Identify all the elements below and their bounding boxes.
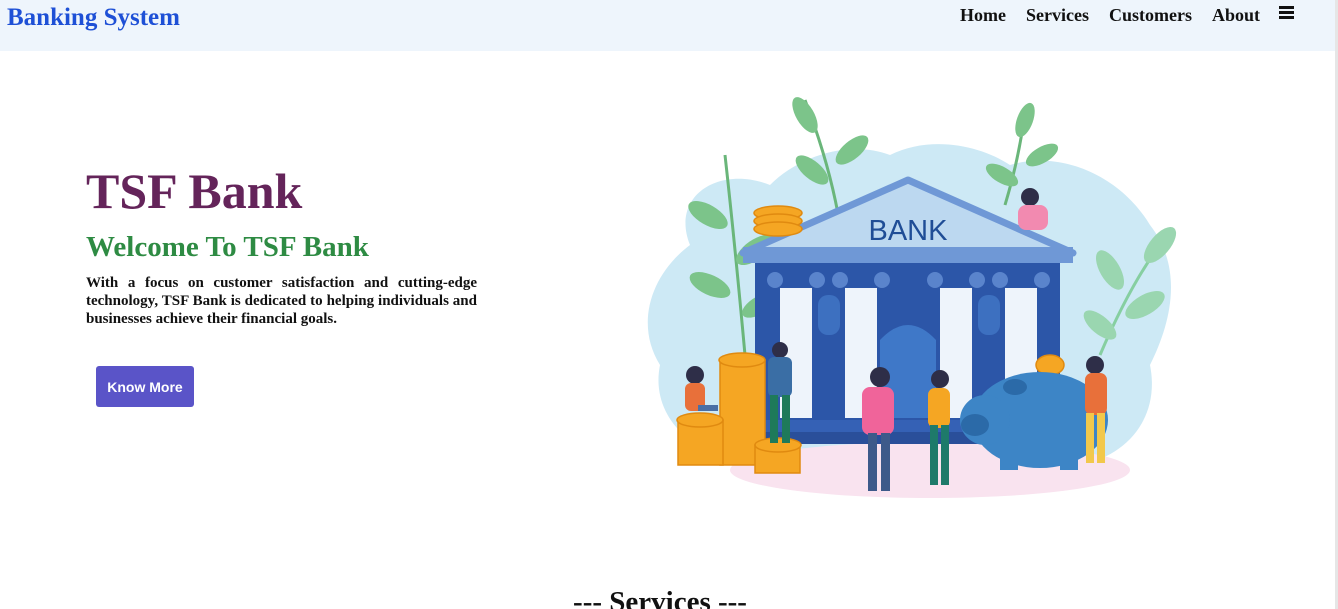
services-heading: --- Services --- bbox=[573, 586, 747, 609]
page: Banking System Home Services Customers A… bbox=[0, 0, 1338, 609]
bank-sign-text: BANK bbox=[869, 215, 949, 247]
hamburger-menu-icon[interactable] bbox=[1279, 6, 1294, 20]
nav-link-services[interactable]: Services bbox=[1026, 5, 1089, 25]
know-more-button[interactable]: Know More bbox=[96, 366, 194, 407]
bank-illustration: BANK bbox=[647, 97, 1177, 498]
hero-subtitle: Welcome To TSF Bank bbox=[86, 231, 369, 263]
nav-link-home[interactable]: Home bbox=[960, 5, 1006, 25]
nav-link-customers[interactable]: Customers bbox=[1109, 5, 1192, 25]
navbar: Banking System Home Services Customers A… bbox=[0, 0, 1338, 51]
hero-title: TSF Bank bbox=[86, 163, 303, 219]
hero-description: With a focus on customer satisfaction an… bbox=[86, 275, 477, 327]
nav-links: Home Services Customers About bbox=[960, 5, 1280, 25]
nav-link-about[interactable]: About bbox=[1212, 5, 1260, 25]
brand-link[interactable]: Banking System bbox=[7, 4, 180, 32]
